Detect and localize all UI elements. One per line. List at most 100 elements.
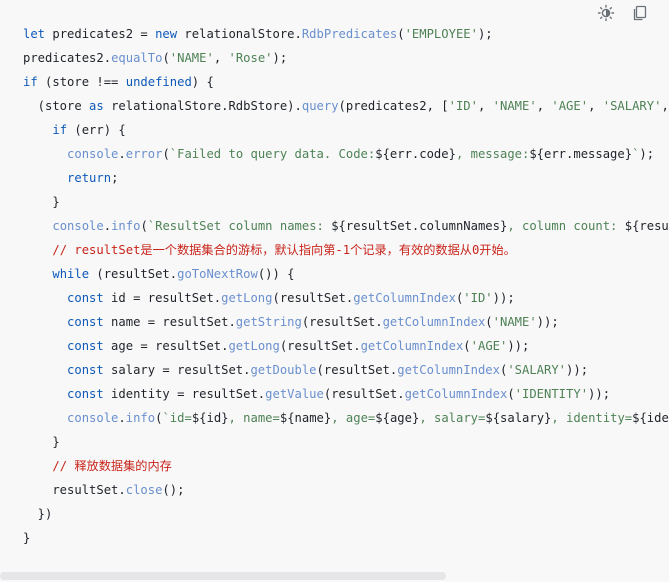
code-token-fn: getLong: [228, 339, 280, 353]
code-token-str: 'IDENTITY': [514, 387, 589, 401]
code-token-str: `ResultSet column names:: [147, 219, 332, 233]
code-token-plain: ,: [588, 99, 603, 113]
code-token-str: 'ID': [448, 99, 478, 113]
code-token-plain: age = resultSet.: [103, 339, 229, 353]
code-line: console.error(`Failed to query data. Cod…: [23, 142, 669, 166]
code-token-plain: (resultSet.: [323, 387, 405, 401]
code-token-str: 'AGE': [551, 99, 589, 113]
code-token-plain: ${resultSet.columnCount}: [624, 219, 669, 233]
code-token-fn: query: [301, 99, 339, 113]
code-token-str: 'ID': [463, 291, 493, 305]
code-token-plain: );: [272, 51, 288, 65]
code-token-str: `id=: [162, 411, 192, 425]
code-token-plain: );: [639, 147, 655, 161]
code-token-fn: console: [67, 411, 119, 425]
code-line: const salary = resultSet.getDouble(resul…: [23, 358, 669, 382]
code-token-plain: ${resultSet.columnNames}: [331, 219, 508, 233]
code-token-plain: ${age}: [375, 411, 420, 425]
code-token-str: , name=: [228, 411, 280, 425]
code-token-fn: RdbPredicates: [301, 27, 398, 41]
code-line: if (store !== undefined) {: [23, 70, 669, 94]
code-token-kw: if: [23, 75, 38, 89]
code-token-plain: ${identity}: [632, 411, 669, 425]
code-line: console.info(`id=${id}, name=${name}, ag…: [23, 406, 669, 430]
code-token-str: 'NAME': [492, 315, 537, 329]
code-token-str: 'NAME': [492, 99, 537, 113]
code-token-plain: salary = resultSet.: [103, 363, 251, 377]
code-line: // resultSet是一个数据集合的游标，默认指向第-1个记录，有效的数据从…: [23, 238, 669, 262]
code-token-comment: // 释放数据集的内存: [52, 459, 172, 473]
code-token-fn: getString: [235, 315, 302, 329]
code-token-plain: relationalStore.: [177, 27, 302, 41]
code-token-fn: getLong: [221, 291, 273, 305]
code-token-str: , salary=: [419, 411, 486, 425]
code-token-plain: ${id}: [191, 411, 229, 425]
code-token-plain: .: [118, 147, 126, 161]
code-token-kw: const: [67, 291, 104, 305]
code-token-kw: while: [52, 267, 90, 281]
code-token-fn: console: [52, 219, 104, 233]
code-token-plain: ${name}: [279, 411, 332, 425]
code-token-kw: const: [67, 363, 104, 377]
code-token-plain: ));: [536, 315, 559, 329]
code-token-plain: name = resultSet.: [103, 315, 236, 329]
code-line: // 释放数据集的内存: [23, 454, 669, 478]
code-token-fn: getColumnIndex: [382, 315, 486, 329]
code-token-plain: .: [118, 411, 126, 425]
code-token-plain: (: [162, 147, 170, 161]
code-token-plain: ,: [661, 99, 669, 113]
code-token-plain: (: [162, 51, 170, 65]
code-token-plain: predicates2 =: [45, 27, 156, 41]
code-token-fn: info: [125, 411, 156, 425]
scrollbar-thumb[interactable]: [0, 572, 446, 580]
code-token-fn: getDouble: [250, 363, 317, 377]
code-line: while (resultSet.goToNextRow()) {: [23, 262, 669, 286]
code-line: let predicates2 = new relationalStore.Rd…: [23, 22, 669, 46]
code-token-plain: resultSet.: [23, 483, 126, 497]
code-token-plain: relationalStore.RdbStore).: [103, 99, 302, 113]
code-token-comment: // resultSet是一个数据集合的游标，默认指向第-1个记录，有效的数据从…: [52, 243, 516, 257]
code-token-fn: getColumnIndex: [397, 363, 500, 377]
code-token-kw: as: [89, 99, 104, 113]
code-token-fn: getColumnIndex: [353, 291, 456, 305]
code-token-fn: console: [67, 147, 119, 161]
code-token-plain: );: [477, 27, 493, 41]
copy-icon[interactable]: [631, 4, 649, 22]
code-token-plain: (predicates2, [: [338, 99, 449, 113]
horizontal-scrollbar[interactable]: [0, 572, 669, 580]
code-line: return;: [23, 166, 669, 190]
code-token-plain: identity = resultSet.: [103, 387, 266, 401]
code-token-plain: (: [485, 315, 493, 329]
code-line: }): [23, 502, 669, 526]
code-line: }: [23, 430, 669, 454]
code-line: resultSet.close();: [23, 478, 669, 502]
code-block: let predicates2 = new relationalStore.Rd…: [0, 0, 669, 582]
code-line: if (err) {: [23, 118, 669, 142]
code-token-plain: ;: [111, 171, 119, 185]
theme-toggle-icon[interactable]: [597, 4, 615, 22]
code-token-kw: const: [67, 339, 104, 353]
code-token-fn: goToNextRow: [177, 267, 258, 281]
code-token-plain: (: [140, 219, 148, 233]
code-token-kw: let: [23, 27, 46, 41]
code-token-fn: info: [111, 219, 141, 233]
code-token-plain: }: [23, 195, 60, 209]
code-token-fn: equalTo: [111, 51, 163, 65]
code-token-plain: (resultSet.: [279, 339, 361, 353]
code-line: (store as relationalStore.RdbStore).quer…: [23, 94, 669, 118]
code-token-plain: ));: [507, 339, 530, 353]
code-line: const identity = resultSet.getValue(resu…: [23, 382, 669, 406]
code-token-str: 'AGE': [470, 339, 508, 353]
code-token-plain: (resultSet.: [89, 267, 178, 281]
code-token-plain: (resultSet.: [301, 315, 383, 329]
code-token-plain: (err) {: [67, 123, 126, 137]
code-line: }: [23, 190, 669, 214]
code-token-plain: (: [507, 387, 515, 401]
